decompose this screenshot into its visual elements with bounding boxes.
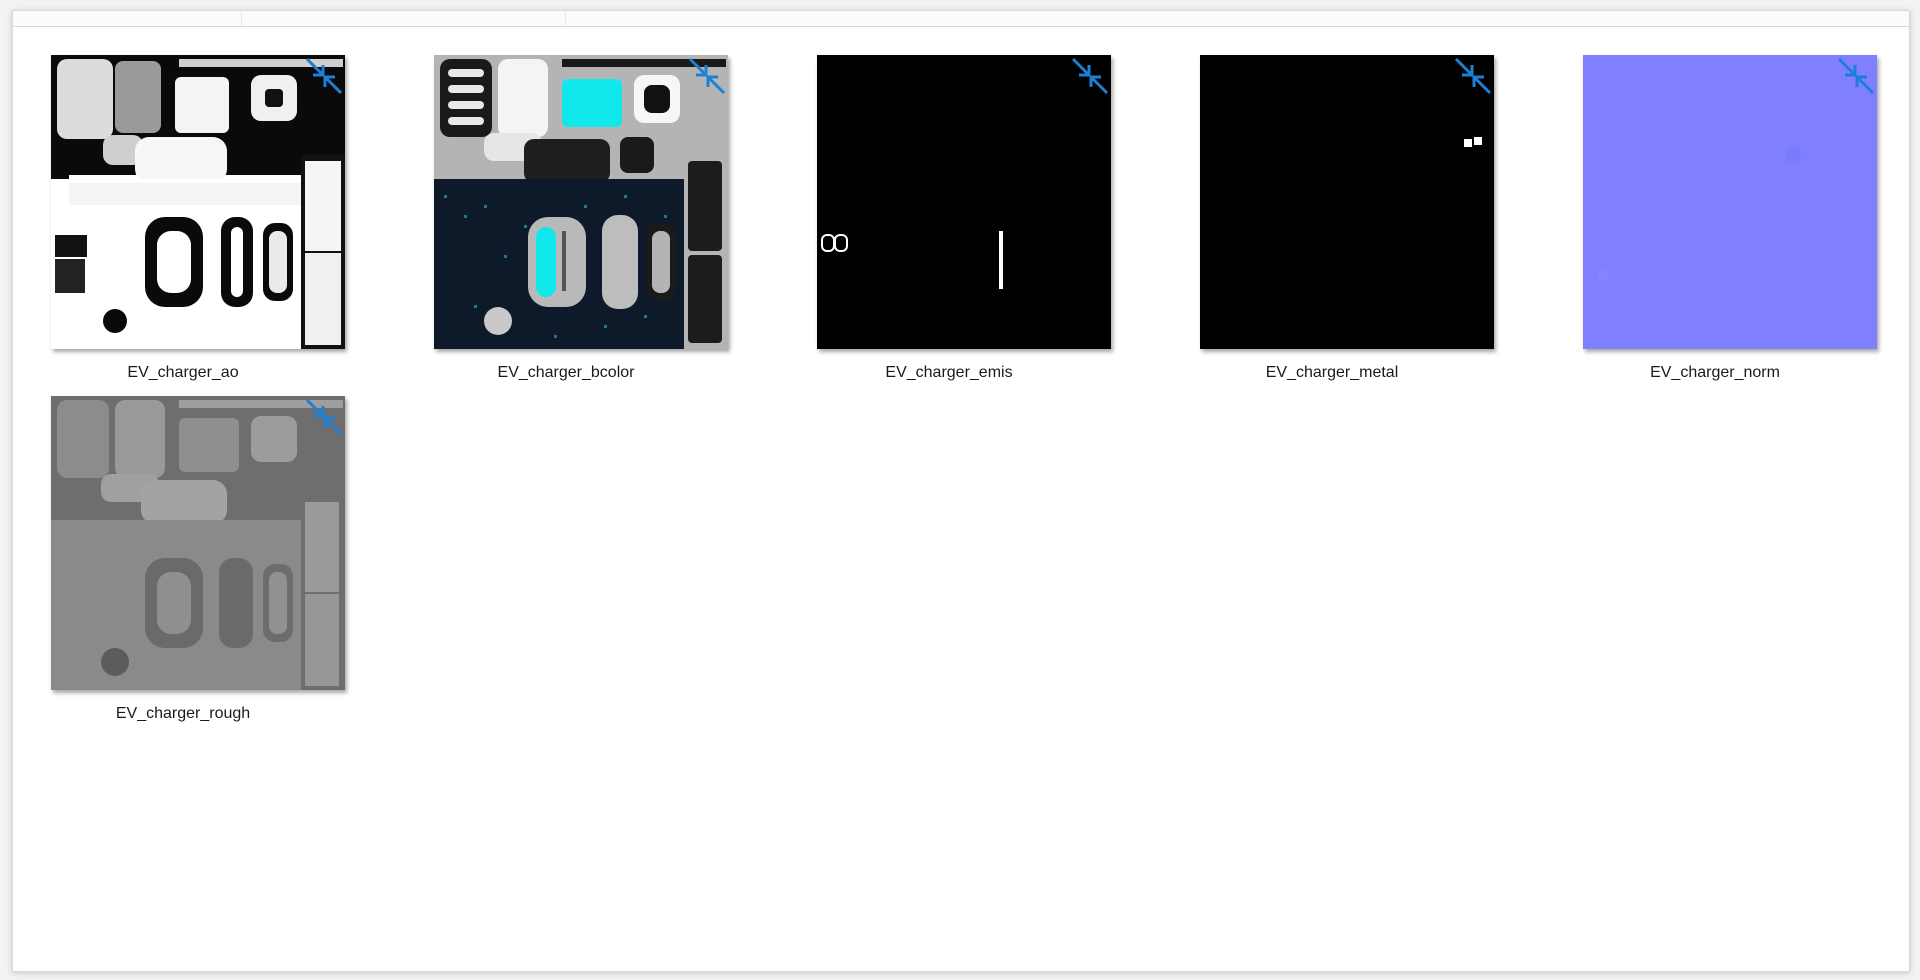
shortcut-compress-arrows-icon — [1454, 57, 1492, 95]
file-grid: EV_charger_ao EV_charger_bcolor EV_charg… — [13, 27, 1909, 971]
file-tile-metal[interactable]: EV_charger_metal — [1162, 27, 1502, 381]
file-tile-bcolor[interactable]: EV_charger_bcolor — [396, 27, 736, 381]
thumbnail-metal[interactable] — [1200, 55, 1494, 349]
thumbnail-norm[interactable] — [1583, 55, 1877, 349]
thumbnail-rough[interactable] — [51, 396, 345, 690]
file-name-label: EV_charger_emis — [885, 364, 1013, 381]
file-name-label: EV_charger_norm — [1650, 364, 1780, 381]
file-tile-norm[interactable]: EV_charger_norm — [1545, 27, 1885, 381]
file-explorer-window: EV_charger_ao EV_charger_bcolor EV_charg… — [12, 10, 1910, 972]
column-divider[interactable] — [565, 11, 566, 26]
column-header-bar — [13, 11, 1909, 27]
shortcut-compress-arrows-icon — [1837, 57, 1875, 95]
shortcut-compress-arrows-icon — [1071, 57, 1109, 95]
file-name-label: EV_charger_bcolor — [497, 364, 635, 381]
file-name-label: EV_charger_metal — [1265, 364, 1399, 381]
shortcut-compress-arrows-icon — [305, 57, 343, 95]
file-tile-ao[interactable]: EV_charger_ao — [13, 27, 353, 381]
file-name-label: EV_charger_rough — [115, 705, 251, 722]
thumbnail-ao[interactable] — [51, 55, 345, 349]
column-divider[interactable] — [241, 11, 242, 26]
shortcut-compress-arrows-icon — [305, 398, 343, 436]
thumbnail-bcolor[interactable] — [434, 55, 728, 349]
thumbnail-emis[interactable] — [817, 55, 1111, 349]
file-tile-emis[interactable]: EV_charger_emis — [779, 27, 1119, 381]
file-tile-rough[interactable]: EV_charger_rough — [13, 368, 353, 722]
shortcut-compress-arrows-icon — [688, 57, 726, 95]
